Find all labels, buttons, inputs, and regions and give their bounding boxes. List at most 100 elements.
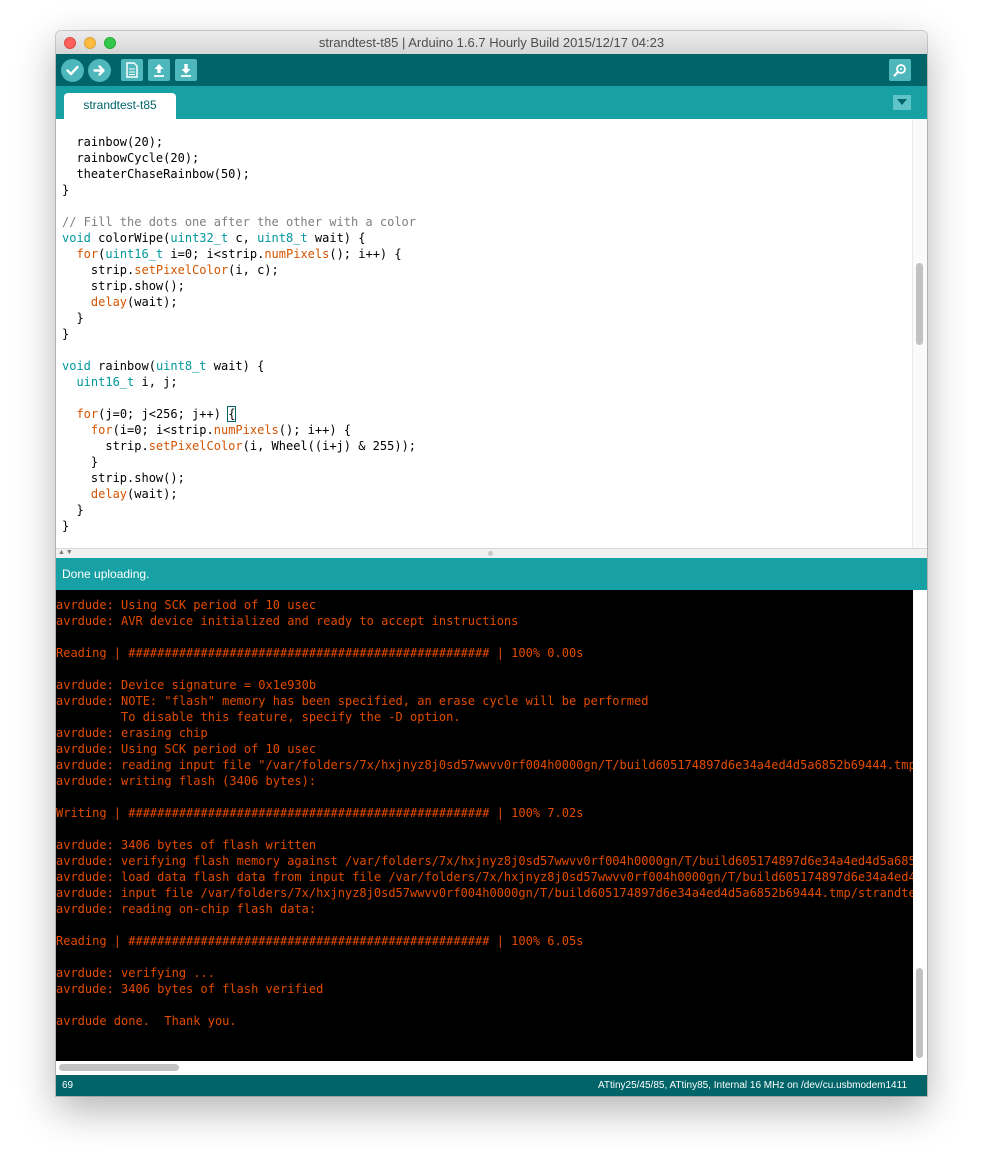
code-token: void bbox=[62, 359, 91, 373]
arduino-ide-window: strandtest-t85 | Arduino 1.6.7 Hourly Bu… bbox=[56, 31, 927, 1096]
console-horizontal-scroll-thumb[interactable] bbox=[59, 1064, 179, 1071]
code-token: i=0; i<strip. bbox=[163, 247, 265, 261]
code-token: uint8_t bbox=[155, 359, 207, 373]
code-line[interactable]: } bbox=[62, 454, 416, 470]
console-vertical-scrollbar[interactable] bbox=[913, 590, 927, 1061]
upload-button[interactable] bbox=[88, 59, 111, 82]
console-line: avrdude: load data flash data from input… bbox=[56, 870, 927, 884]
code-token: { bbox=[227, 406, 237, 422]
code-token: uint16_t bbox=[105, 247, 164, 261]
console-output[interactable]: avrdude: Using SCK period of 10 usec avrd… bbox=[56, 590, 927, 1075]
arrow-down-icon bbox=[181, 64, 191, 77]
footer-bar: 69 ATtiny25/45/85, ATtiny85, Internal 16… bbox=[56, 1075, 927, 1096]
code-token: for bbox=[76, 407, 99, 421]
code-token: colorWipe( bbox=[90, 231, 171, 245]
new-sketch-button[interactable] bbox=[121, 59, 143, 81]
code-line[interactable]: void rainbow(uint8_t wait) { bbox=[62, 358, 416, 374]
console-line: avrdude: 3406 bytes of flash written bbox=[56, 838, 317, 852]
code-line[interactable]: for(uint16_t i=0; i<strip.numPixels(); i… bbox=[62, 246, 416, 262]
code-token: rainbow(20); bbox=[62, 135, 164, 149]
code-token: (j=0; j<256; j++) bbox=[98, 407, 229, 421]
title-bar[interactable]: strandtest-t85 | Arduino 1.6.7 Hourly Bu… bbox=[56, 31, 927, 55]
save-sketch-button[interactable] bbox=[175, 59, 197, 81]
tab-menu-button[interactable] bbox=[893, 95, 911, 110]
line-number: 69 bbox=[62, 1080, 74, 1091]
code-line[interactable] bbox=[62, 390, 416, 406]
console-vertical-scroll-thumb[interactable] bbox=[916, 968, 923, 1058]
code-token: rainbow( bbox=[90, 359, 156, 373]
code-token: } bbox=[62, 503, 84, 517]
code-line[interactable]: void colorWipe(uint32_t c, uint8_t wait)… bbox=[62, 230, 416, 246]
code-token: } bbox=[62, 519, 70, 533]
code-line[interactable] bbox=[62, 198, 416, 214]
console-line: avrdude: Using SCK period of 10 usec bbox=[56, 598, 317, 612]
code-line[interactable]: strip.setPixelColor(i, Wheel((i+j) & 255… bbox=[62, 438, 416, 454]
code-line[interactable]: strip.show(); bbox=[62, 470, 416, 486]
arrow-right-icon bbox=[93, 65, 105, 76]
code-token: (i, c); bbox=[228, 263, 279, 277]
tab-bar: strandtest-t85 bbox=[56, 86, 927, 119]
code-token: } bbox=[62, 455, 99, 469]
code-token: (wait); bbox=[127, 487, 178, 501]
code-line[interactable]: uint16_t i, j; bbox=[62, 374, 416, 390]
code-line[interactable]: // Fill the dots one after the other wit… bbox=[62, 214, 416, 230]
editor-scrollbar[interactable] bbox=[912, 119, 927, 549]
code-token: (i=0; i<strip. bbox=[112, 423, 214, 437]
code-token: // Fill the dots one after the other wit… bbox=[62, 215, 417, 229]
code-line[interactable]: strip.setPixelColor(i, c); bbox=[62, 262, 416, 278]
code-line[interactable]: delay(wait); bbox=[62, 294, 416, 310]
code-token: for bbox=[76, 247, 99, 261]
code-line[interactable]: } bbox=[62, 182, 416, 198]
editor-scroll-thumb[interactable] bbox=[916, 263, 923, 345]
code-token: uint8_t bbox=[257, 231, 308, 245]
console-line: avrdude: writing flash (3406 bytes): bbox=[56, 774, 317, 788]
code-line[interactable]: rainbowCycle(20); bbox=[62, 150, 416, 166]
status-message: Done uploading. bbox=[62, 567, 150, 581]
divider-grip-icon[interactable] bbox=[488, 551, 493, 556]
code-line[interactable] bbox=[62, 342, 416, 358]
code-line[interactable]: rainbow(20); bbox=[62, 134, 416, 150]
magnifier-icon bbox=[893, 64, 906, 77]
code-line[interactable]: for(i=0; i<strip.numPixels(); i++) { bbox=[62, 422, 416, 438]
code-line[interactable]: } bbox=[62, 326, 416, 342]
code-line[interactable]: } bbox=[62, 310, 416, 326]
code-text[interactable]: rainbow(20); rainbowCycle(20); theaterCh… bbox=[62, 134, 416, 534]
code-line[interactable]: theaterChaseRainbow(50); bbox=[62, 166, 416, 182]
code-token: numPixels bbox=[264, 247, 330, 261]
verify-button[interactable] bbox=[61, 59, 84, 82]
code-token: delay bbox=[90, 295, 128, 309]
console-line: avrdude: Device signature = 0x1e930b bbox=[56, 678, 317, 692]
code-token: setPixelColor bbox=[148, 439, 243, 453]
check-icon bbox=[66, 65, 79, 76]
code-token: theaterChaseRainbow(50); bbox=[62, 167, 250, 181]
code-token: } bbox=[62, 327, 70, 341]
collapse-arrows-icon[interactable]: ▲▼ bbox=[58, 549, 74, 556]
code-line[interactable]: } bbox=[62, 518, 416, 534]
toolbar bbox=[56, 54, 927, 86]
code-line[interactable]: } bbox=[62, 502, 416, 518]
console-horizontal-scrollbar[interactable] bbox=[56, 1061, 927, 1075]
code-line[interactable]: for(j=0; j<256; j++) { bbox=[62, 406, 416, 422]
tab-strandtest-t85[interactable]: strandtest-t85 bbox=[64, 93, 176, 119]
serial-monitor-button[interactable] bbox=[889, 59, 911, 81]
console-line: Reading | ##############################… bbox=[56, 646, 584, 660]
chevron-down-icon bbox=[897, 99, 907, 105]
code-token: void bbox=[62, 231, 91, 245]
window-title: strandtest-t85 | Arduino 1.6.7 Hourly Bu… bbox=[318, 35, 665, 50]
open-sketch-button[interactable] bbox=[148, 59, 170, 81]
code-line[interactable]: strip.show(); bbox=[62, 278, 416, 294]
code-line[interactable]: delay(wait); bbox=[62, 486, 416, 502]
code-token: (i, Wheel((i+j) & 255)); bbox=[242, 439, 417, 453]
code-token: (wait); bbox=[127, 295, 178, 309]
code-editor[interactable]: rainbow(20); rainbowCycle(20); theaterCh… bbox=[56, 119, 927, 549]
